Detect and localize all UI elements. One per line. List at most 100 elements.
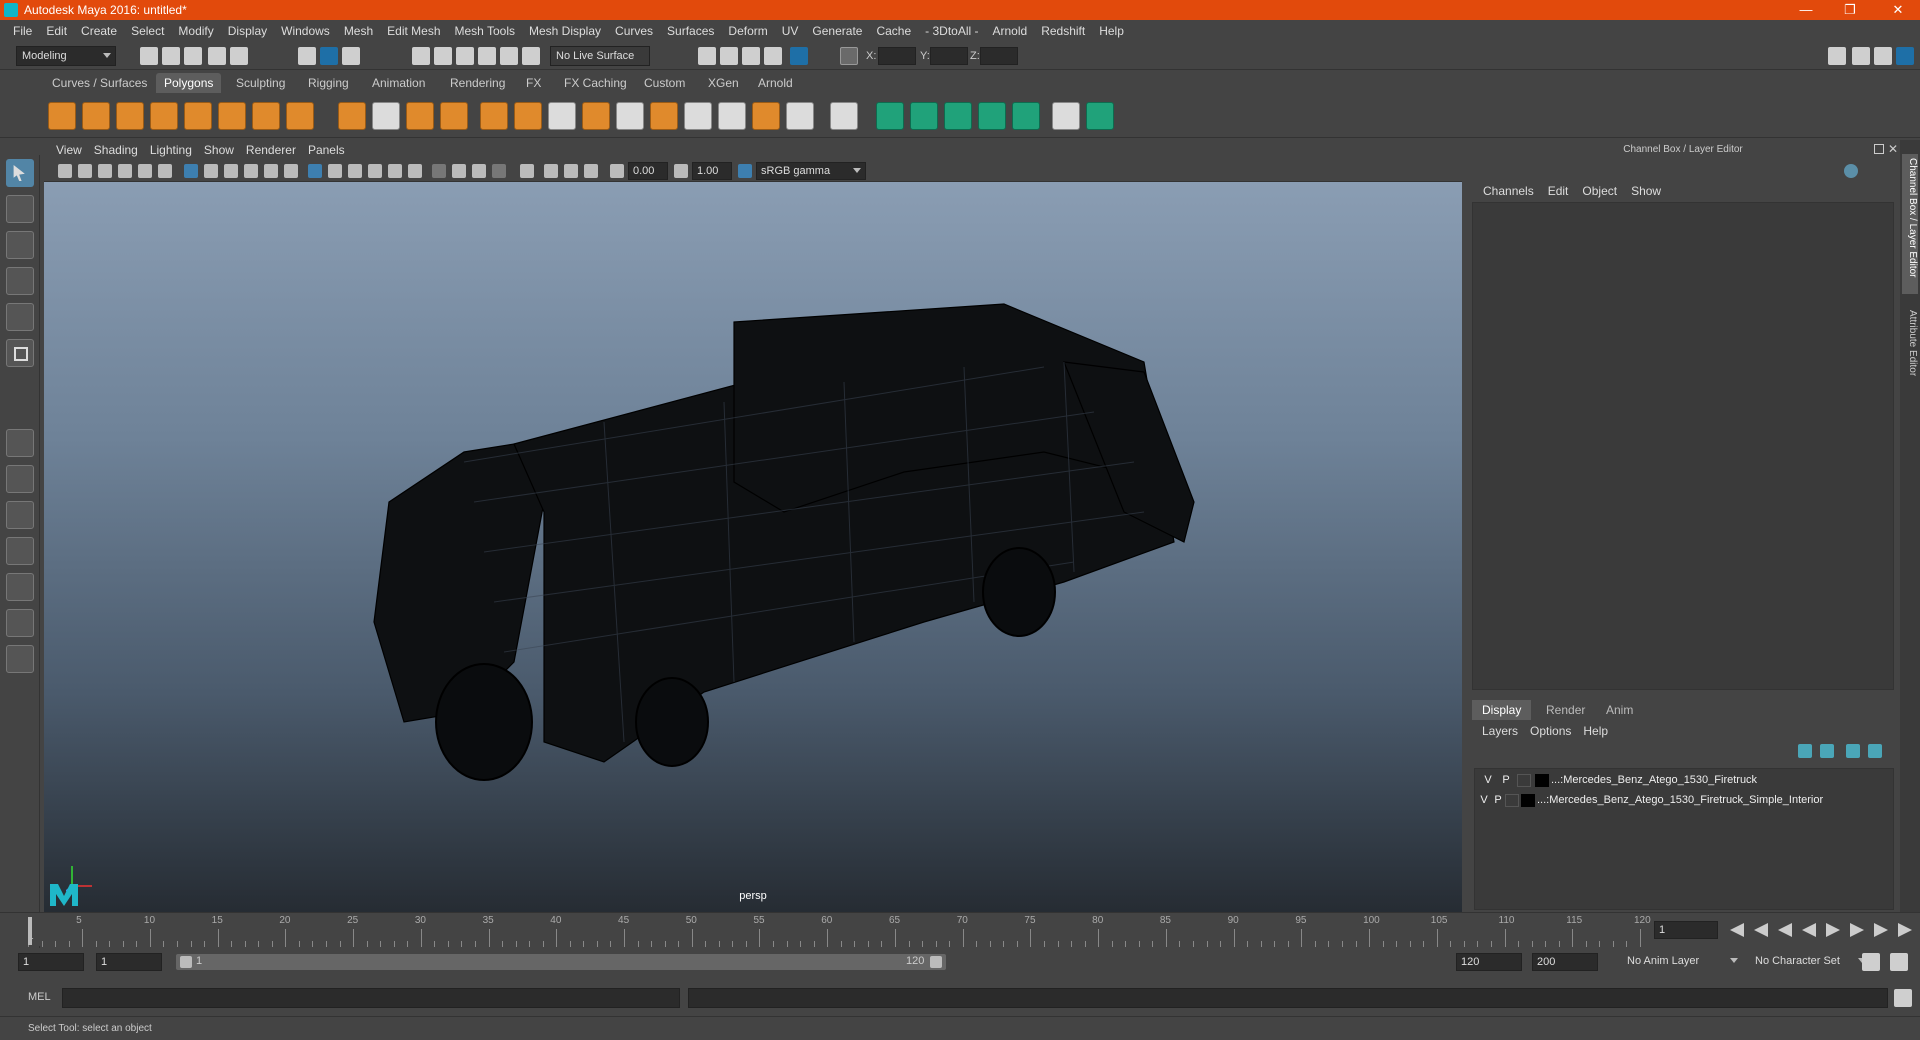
viewport-menu-panels[interactable]: Panels (302, 143, 351, 157)
resolution-gate-icon[interactable] (224, 164, 238, 178)
layer-color-swatch[interactable] (1535, 774, 1549, 787)
collapse-icon[interactable] (830, 102, 858, 130)
2d-pan-zoom-icon[interactable] (138, 164, 152, 178)
menu-select[interactable]: Select (124, 24, 171, 38)
poly-torus-icon[interactable] (218, 102, 246, 130)
multi-cut-icon[interactable] (718, 102, 746, 130)
restore-button[interactable]: ❐ (1830, 0, 1870, 20)
transform-mode-icon[interactable] (840, 47, 858, 65)
select-camera-icon[interactable] (58, 164, 72, 178)
poly-cylinder-icon[interactable] (116, 102, 144, 130)
command-input[interactable] (62, 988, 680, 1008)
single-perspective-layout-icon[interactable] (6, 429, 34, 457)
move-tool-icon[interactable] (6, 267, 34, 295)
sew-uv-icon[interactable] (1086, 102, 1114, 130)
undo-icon[interactable] (208, 47, 226, 65)
select-tool-icon[interactable] (6, 159, 34, 187)
xray-joints-icon[interactable] (564, 164, 578, 178)
paint-select-tool-icon[interactable] (6, 231, 34, 259)
viewport-menu-lighting[interactable]: Lighting (144, 143, 198, 157)
smooth-icon[interactable] (440, 102, 468, 130)
move-layer-down-icon[interactable] (1820, 744, 1834, 758)
lasso-tool-icon[interactable] (6, 195, 34, 223)
gate-mask-icon[interactable] (244, 164, 258, 178)
menu-modify[interactable]: Modify (171, 24, 220, 38)
cylindrical-uv-icon[interactable] (910, 102, 938, 130)
extrude-icon[interactable] (514, 102, 542, 130)
range-end-handle[interactable] (930, 956, 942, 968)
step-forward-key-icon[interactable] (1850, 923, 1864, 937)
minimize-button[interactable]: — (1786, 0, 1826, 20)
film-gate-icon[interactable] (204, 164, 218, 178)
channel-box-body[interactable] (1472, 202, 1894, 690)
animation-preferences-icon[interactable] (1890, 953, 1908, 971)
menu-edit-mesh[interactable]: Edit Mesh (380, 24, 447, 38)
modeling-toolkit-icon[interactable] (1828, 47, 1846, 65)
grease-pencil-icon[interactable] (158, 164, 172, 178)
menu-display[interactable]: Display (221, 24, 274, 38)
cb-menu-object[interactable]: Object (1575, 184, 1624, 198)
new-scene-icon[interactable] (140, 47, 158, 65)
use-all-lights-icon[interactable] (408, 164, 422, 178)
xray-components-icon[interactable] (584, 164, 598, 178)
anti-aliasing-icon[interactable] (492, 164, 506, 178)
menu-mesh[interactable]: Mesh (337, 24, 380, 38)
mode-dropdown[interactable]: Modeling (16, 46, 116, 66)
character-set-dropdown[interactable]: No Character Set (1750, 952, 1870, 972)
menu-edit[interactable]: Edit (39, 24, 74, 38)
move-layer-up-icon[interactable] (1798, 744, 1812, 758)
render-settings-icon[interactable] (764, 47, 782, 65)
side-tab-channel-box[interactable]: Channel Box / Layer Editor (1902, 154, 1918, 294)
boolean-icon[interactable] (480, 102, 508, 130)
quad-draw-icon[interactable] (786, 102, 814, 130)
poly-sphere-icon[interactable] (48, 102, 76, 130)
layer-display-type[interactable] (1505, 794, 1519, 807)
make-live-icon[interactable] (522, 47, 540, 65)
spherical-uv-icon[interactable] (944, 102, 972, 130)
le-menu-options[interactable]: Options (1524, 724, 1577, 738)
viewport-menu-renderer[interactable]: Renderer (240, 143, 302, 157)
snap-point-icon[interactable] (456, 47, 474, 65)
gamma-field[interactable]: 1.00 (692, 162, 732, 180)
layer-row[interactable]: V P ...:Mercedes_Benz_Atego_1530_Firetru… (1477, 771, 1893, 789)
animation-end-field[interactable]: 200 (1532, 953, 1598, 971)
menu-file[interactable]: File (6, 24, 39, 38)
default-material-icon[interactable] (348, 164, 362, 178)
shelf-tab-rendering[interactable]: Rendering (442, 73, 513, 93)
poly-pipe-icon[interactable] (286, 102, 314, 130)
animation-start-field[interactable]: 1 (18, 953, 84, 971)
shelf-tab-xgen[interactable]: XGen (700, 73, 747, 93)
wireframe-icon[interactable] (308, 164, 322, 178)
layer-playback-toggle[interactable]: P (1499, 771, 1513, 789)
shelf-tab-rigging[interactable]: Rigging (300, 73, 357, 93)
le-menu-layers[interactable]: Layers (1476, 724, 1524, 738)
gamma-icon[interactable] (674, 164, 688, 178)
menu-create[interactable]: Create (74, 24, 124, 38)
shelf-tab-polygons[interactable]: Polygons (156, 73, 222, 93)
insert-edge-loop-icon[interactable] (684, 102, 712, 130)
automatic-uv-icon[interactable] (978, 102, 1006, 130)
menu-redshift[interactable]: Redshift (1034, 24, 1092, 38)
menu-arnold[interactable]: Arnold (986, 24, 1035, 38)
layer-visibility-toggle[interactable]: V (1477, 791, 1491, 809)
screen-space-ao-icon[interactable] (452, 164, 466, 178)
layer-visibility-toggle[interactable]: V (1481, 771, 1495, 789)
current-frame-field[interactable]: 1 (1654, 921, 1718, 939)
snap-view-plane-icon[interactable] (500, 47, 518, 65)
unfold-uv-icon[interactable] (1012, 102, 1040, 130)
menu-deform[interactable]: Deform (721, 24, 774, 38)
shelf-tab-sculpting[interactable]: Sculpting (228, 73, 293, 93)
bevel-icon[interactable] (582, 102, 610, 130)
layer-row[interactable]: V P ...:Mercedes_Benz_Atego_1530_Firetru… (1477, 791, 1893, 809)
go-to-start-icon[interactable] (1730, 923, 1744, 937)
mel-label[interactable]: MEL (28, 991, 51, 1003)
wireframe-on-shaded-icon[interactable] (368, 164, 382, 178)
persp-graph-layout-icon[interactable] (6, 537, 34, 565)
menu-surfaces[interactable]: Surfaces (660, 24, 721, 38)
script-editor-icon[interactable] (1894, 989, 1912, 1007)
layer-tab-anim[interactable]: Anim (1596, 700, 1643, 720)
bridge-icon[interactable] (548, 102, 576, 130)
target-weld-icon[interactable] (752, 102, 780, 130)
menu-uv[interactable]: UV (775, 24, 806, 38)
step-forward-frame-icon[interactable] (1874, 923, 1888, 937)
